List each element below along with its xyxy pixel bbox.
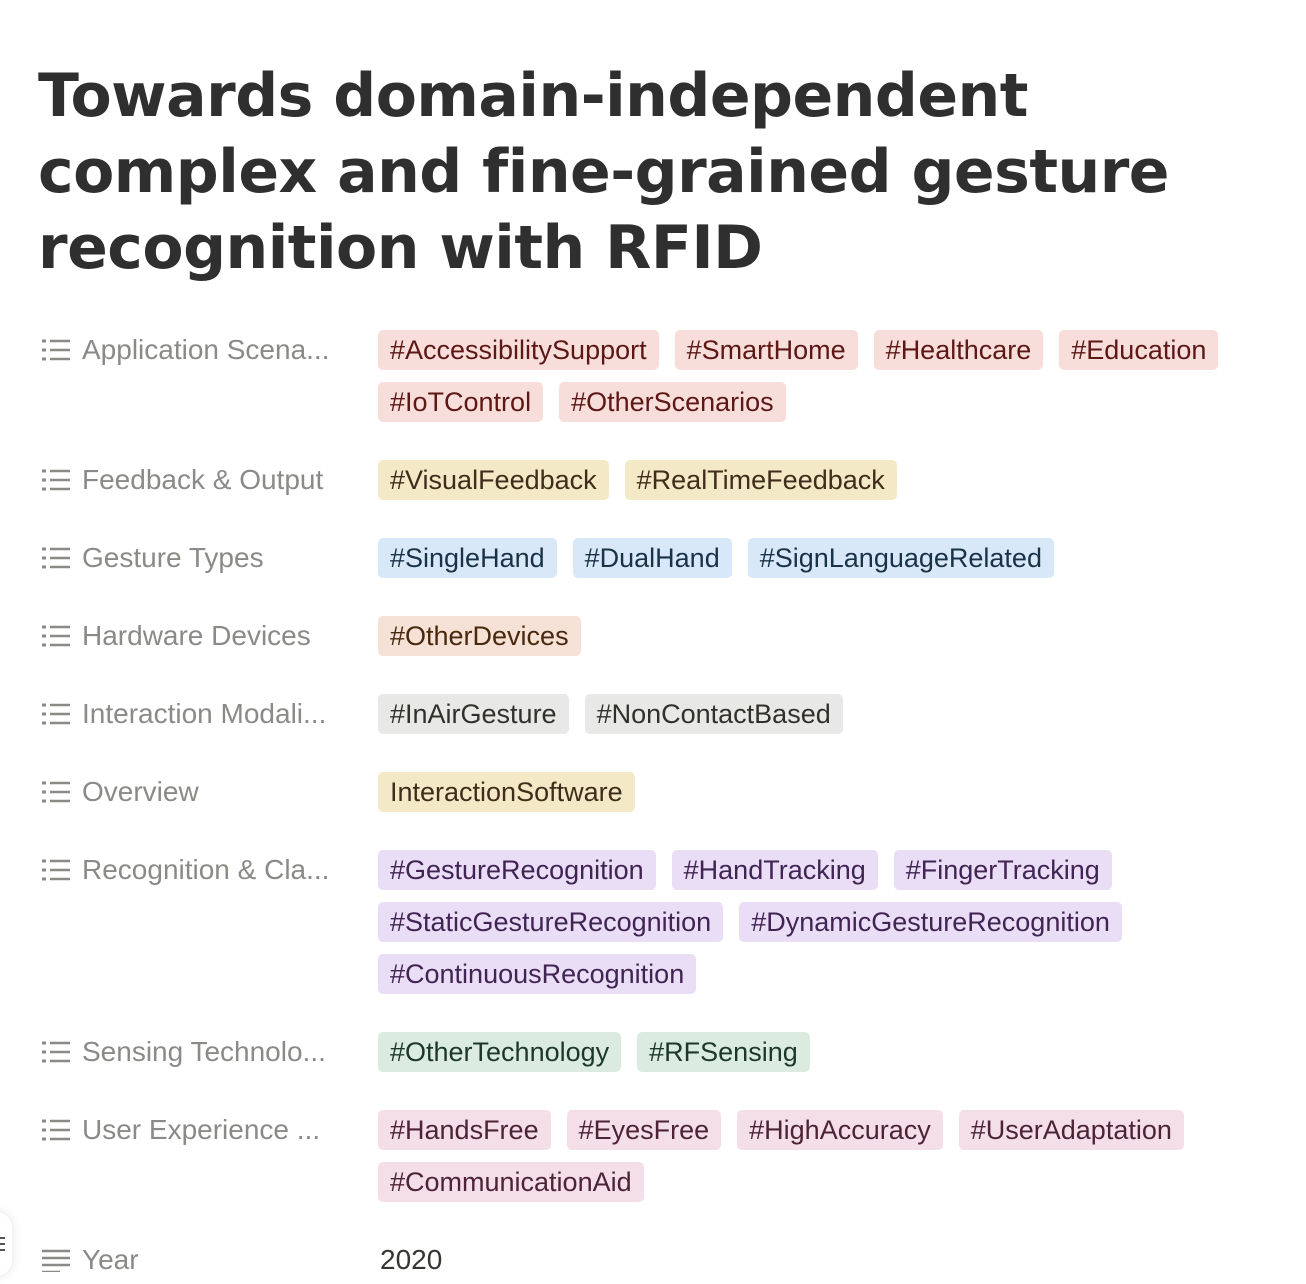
property-label[interactable]: Gesture Types (38, 538, 378, 578)
tag[interactable]: #OtherTechnology (378, 1032, 622, 1072)
list-icon (38, 466, 74, 494)
property-label-text: Year (82, 1244, 139, 1275)
property-text-value[interactable]: 2020 (378, 1240, 442, 1280)
property-row: Hardware Devices #OtherDevices (38, 614, 1288, 692)
property-label[interactable]: Overview (38, 772, 378, 812)
property-value[interactable]: #AccessibilitySupport #SmartHome #Healthca… (378, 330, 1288, 456)
tag[interactable]: #HandsFree (378, 1110, 551, 1150)
tag[interactable]: #VisualFeedback (378, 460, 609, 500)
tag[interactable]: #RealTimeFeedback (624, 460, 897, 500)
property-label-text: Application Scena... (82, 334, 330, 365)
property-label-text: Overview (82, 776, 199, 807)
tag[interactable]: #DualHand (572, 538, 732, 578)
tag[interactable]: #SmartHome (674, 330, 858, 370)
page-title[interactable]: Towards domain-independent complex and f… (38, 58, 1268, 286)
property-label[interactable]: Application Scena... (38, 330, 378, 370)
property-value[interactable]: 2020 (378, 1240, 1288, 1284)
property-label[interactable]: Sensing Technolo... (38, 1032, 378, 1072)
list-icon (38, 700, 74, 728)
list-icon (38, 1116, 74, 1144)
tag[interactable]: #HighAccuracy (737, 1110, 943, 1150)
list-icon (38, 856, 74, 884)
property-row: Overview InteractionSoftware (38, 770, 1288, 848)
property-value[interactable]: #GestureRecognition #HandTracking #FingerT… (378, 850, 1288, 1028)
tag[interactable]: #Healthcare (873, 330, 1044, 370)
property-row: Year 2020 (38, 1238, 1288, 1284)
tag[interactable]: #GestureRecognition (378, 850, 656, 890)
sidebar-toggle-icon (0, 1237, 5, 1251)
property-label[interactable]: Year (38, 1240, 378, 1280)
tag[interactable]: #UserAdaptation (958, 1110, 1184, 1150)
property-value[interactable]: #OtherTechnology #RFSensing (378, 1032, 1288, 1106)
property-label-text: Feedback & Output (82, 464, 324, 495)
tag[interactable]: #Education (1059, 330, 1219, 370)
list-icon (38, 336, 74, 364)
tag[interactable]: #StaticGestureRecognition (378, 902, 724, 942)
property-row: Recognition & Cla... #GestureRecognition #… (38, 848, 1288, 1030)
property-row: Application Scena... #AccessibilitySuppor… (38, 328, 1288, 458)
tag[interactable]: #FingerTracking (893, 850, 1112, 890)
property-label-text: Gesture Types (82, 542, 264, 573)
list-icon (38, 622, 74, 650)
tag[interactable]: #RFSensing (637, 1032, 810, 1072)
property-value[interactable]: #InAirGesture #NonContactBased (378, 694, 1288, 768)
list-icon (38, 544, 74, 572)
property-label[interactable]: Interaction Modali... (38, 694, 378, 734)
tag[interactable]: #OtherDevices (378, 616, 581, 656)
property-value[interactable]: #SingleHand #DualHand #SignLanguageRelated (378, 538, 1288, 612)
tag[interactable]: #CommunicationAid (378, 1162, 644, 1202)
tag[interactable]: #IoTControl (378, 382, 544, 422)
tag[interactable]: #SingleHand (378, 538, 557, 578)
tag[interactable]: #EyesFree (566, 1110, 722, 1150)
property-label[interactable]: Recognition & Cla... (38, 850, 378, 890)
property-value[interactable]: #VisualFeedback #RealTimeFeedback (378, 460, 1288, 534)
text-lines-icon (38, 1246, 74, 1274)
list-icon (38, 778, 74, 806)
property-row: Gesture Types #SingleHand #DualHand #SignLa… (38, 536, 1288, 614)
property-value[interactable]: InteractionSoftware (378, 772, 1288, 846)
property-row: Interaction Modali... #InAirGesture #NonCo… (38, 692, 1288, 770)
tag[interactable]: #SignLanguageRelated (747, 538, 1054, 578)
tag[interactable]: #ContinuousRecognition (378, 954, 697, 994)
property-label[interactable]: Hardware Devices (38, 616, 378, 656)
property-label-text: Hardware Devices (82, 620, 311, 651)
page: Towards domain-independent complex and f… (0, 0, 1306, 1284)
property-value[interactable]: #OtherDevices (378, 616, 1288, 690)
property-label-text: Interaction Modali... (82, 698, 327, 729)
property-label-text: Recognition & Cla... (82, 854, 330, 885)
property-value[interactable]: #HandsFree #EyesFree #HighAccuracy #UserAda… (378, 1110, 1288, 1236)
tag[interactable]: InteractionSoftware (378, 772, 635, 812)
list-icon (38, 1038, 74, 1066)
property-label-text: Sensing Technolo... (82, 1036, 326, 1067)
tag[interactable]: #InAirGesture (378, 694, 569, 734)
property-label[interactable]: User Experience ... (38, 1110, 378, 1150)
property-label-text: User Experience ... (82, 1114, 321, 1145)
tag[interactable]: #DynamicGestureRecognition (739, 902, 1122, 942)
sidebar-toggle[interactable] (0, 1212, 12, 1276)
tag[interactable]: #AccessibilitySupport (378, 330, 659, 370)
property-label[interactable]: Feedback & Output (38, 460, 378, 500)
tag[interactable]: #OtherScenarios (559, 382, 786, 422)
tag[interactable]: #NonContactBased (584, 694, 843, 734)
property-row: User Experience ... #HandsFree #EyesFree #H… (38, 1108, 1288, 1238)
property-row: Sensing Technolo... #OtherTechnology #RFSe… (38, 1030, 1288, 1108)
tag[interactable]: #HandTracking (671, 850, 878, 890)
property-row: Feedback & Output #VisualFeedback #RealTim… (38, 458, 1288, 536)
properties-panel: Application Scena... #AccessibilitySuppor… (38, 328, 1288, 1284)
